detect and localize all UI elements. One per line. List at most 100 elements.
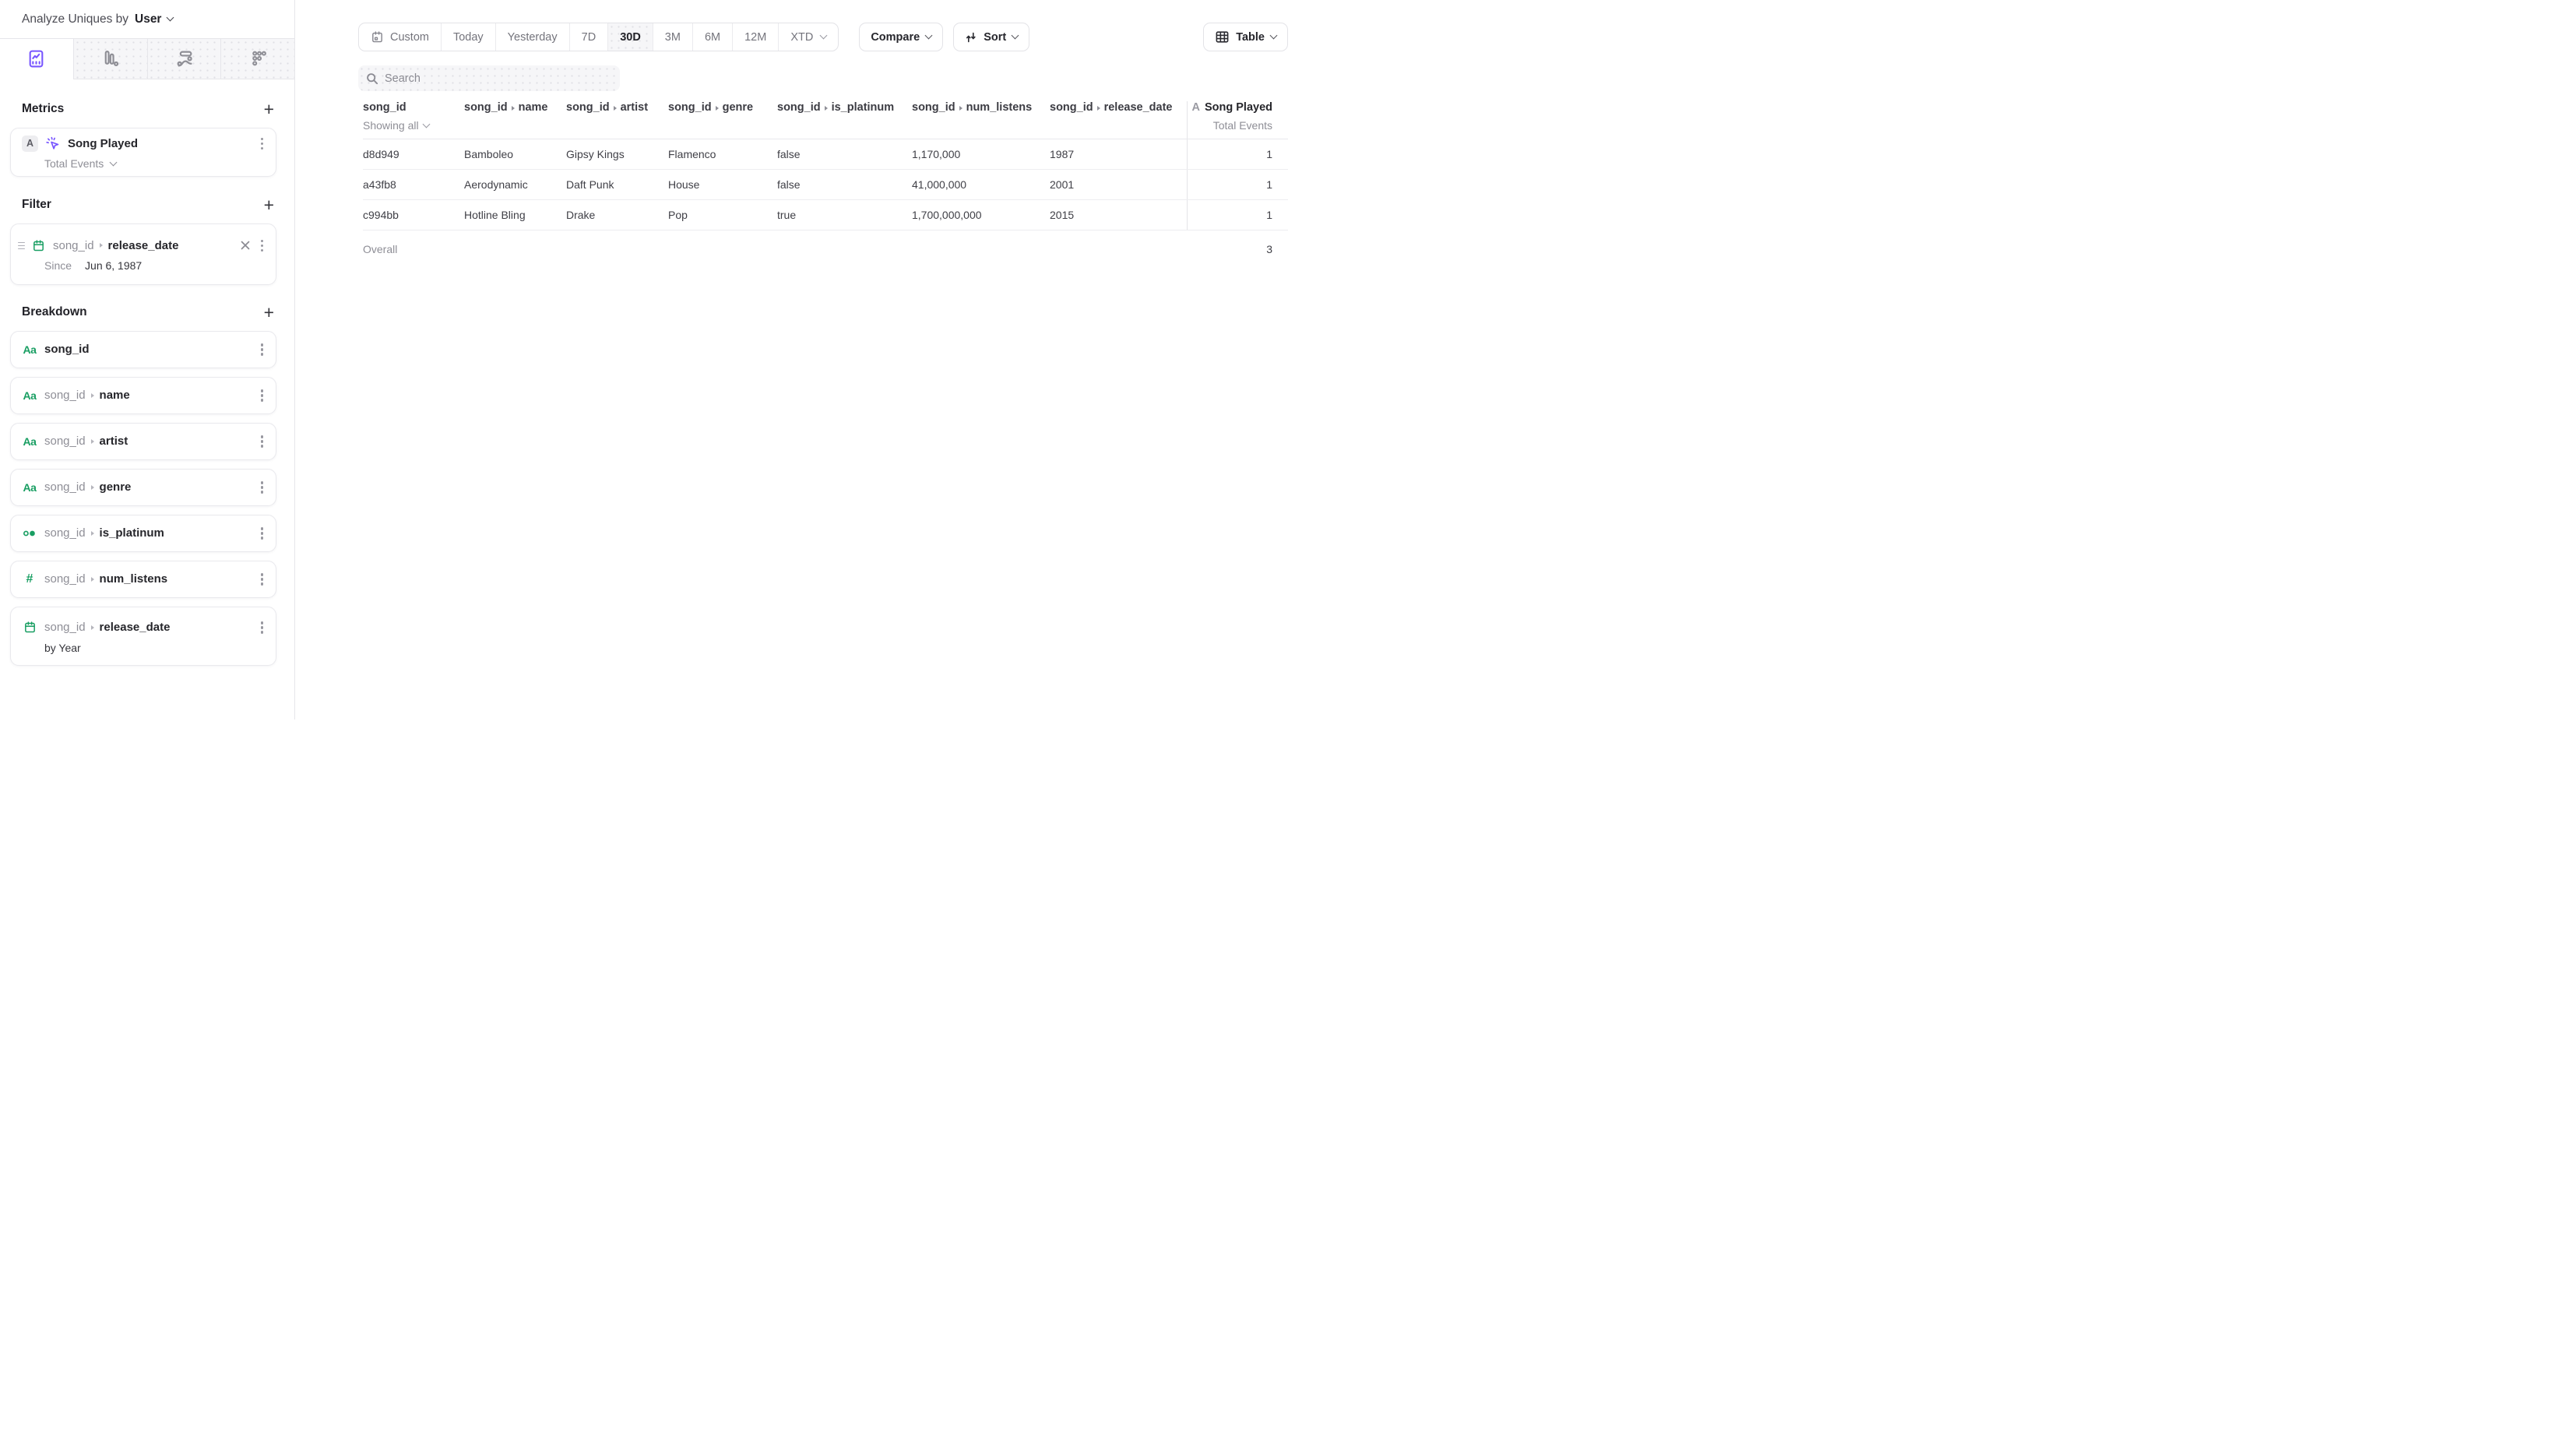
sort-button[interactable]: Sort xyxy=(953,23,1029,51)
view-type-button[interactable]: Table xyxy=(1203,23,1288,51)
property-arrow-icon xyxy=(91,439,94,444)
breakdown-parent: song_id xyxy=(44,572,86,586)
compare-button[interactable]: Compare xyxy=(859,23,943,51)
cell-metric-value: 1 xyxy=(1187,139,1288,169)
column-header-metric[interactable]: ASong Played Total Events xyxy=(1187,101,1288,139)
add-filter-button[interactable]: + xyxy=(264,198,274,212)
breakdown-options-button[interactable] xyxy=(259,386,265,404)
aggregation-selector[interactable]: Total Events xyxy=(22,157,265,170)
search-input[interactable] xyxy=(385,72,612,85)
breakdown-parent: song_id xyxy=(44,480,86,494)
calendar-icon xyxy=(30,239,46,252)
filter-operator[interactable]: Since xyxy=(44,259,72,272)
breakdown-card[interactable]: Aa song_id genre xyxy=(10,469,276,506)
report-main: Custom Today Yesterday 7D 30D 3M 6M 12M … xyxy=(295,0,1288,720)
breakdown-parent: song_id xyxy=(44,526,86,540)
range-label: Today xyxy=(453,31,484,44)
entity-selector[interactable]: User xyxy=(135,12,161,26)
breakdown-card[interactable]: # song_id num_listens xyxy=(10,561,276,598)
cell-is-platinum: false xyxy=(777,178,912,191)
metric-options-button[interactable] xyxy=(259,135,265,153)
cell-song-id: a43fb8 xyxy=(363,178,464,191)
insights-report: Analyze Uniques by User xyxy=(0,0,1288,720)
breakdown-card[interactable]: Aa song_id name xyxy=(10,377,276,414)
add-breakdown-button[interactable]: + xyxy=(264,305,274,319)
breakdown-parent: song_id xyxy=(44,621,86,634)
range-today[interactable]: Today xyxy=(441,23,495,51)
breakdown-options-button[interactable] xyxy=(259,570,265,588)
search-icon xyxy=(366,72,378,85)
column-header-song-id[interactable]: song_id xyxy=(363,101,464,114)
breakdown-options-button[interactable] xyxy=(259,432,265,450)
metric-card[interactable]: A Song Played Total Events xyxy=(10,128,276,177)
column-header-genre[interactable]: song_idgenre xyxy=(668,101,777,132)
cell-release-date: 2001 xyxy=(1050,178,1187,191)
range-7d[interactable]: 7D xyxy=(569,23,608,51)
breakdown-card[interactable]: song_id release_date by Year xyxy=(10,607,276,666)
property-arrow-icon xyxy=(1097,106,1100,111)
range-label: XTD xyxy=(790,31,813,44)
add-metric-button[interactable]: + xyxy=(264,102,274,116)
text-property-icon: Aa xyxy=(22,481,37,494)
showing-all-label: Showing all xyxy=(363,119,419,132)
metrics-section: Metrics + A Song Played xyxy=(10,102,276,177)
report-toolbar: Custom Today Yesterday 7D 30D 3M 6M 12M … xyxy=(358,23,1288,51)
tab-retention[interactable] xyxy=(220,39,294,79)
filter-section-title: Filter xyxy=(22,198,51,212)
event-click-icon xyxy=(45,135,61,152)
chevron-down-icon xyxy=(820,32,828,40)
filter-card[interactable]: song_id release_date Since Jun 6, 1987 xyxy=(10,223,276,285)
property-arrow-icon xyxy=(959,106,962,111)
query-builder-sidebar: Analyze Uniques by User xyxy=(0,0,295,720)
tab-funnels[interactable] xyxy=(73,39,147,79)
series-badge: A xyxy=(22,135,38,152)
range-custom[interactable]: Custom xyxy=(359,23,441,51)
tab-insights[interactable] xyxy=(0,39,73,79)
breakdown-options-button[interactable] xyxy=(259,524,265,542)
breakdown-card[interactable]: Aa song_id xyxy=(10,331,276,368)
breakdown-options-button[interactable] xyxy=(259,478,265,496)
filter-options-button[interactable] xyxy=(259,237,265,255)
breakdown-card[interactable]: Aa song_id artist xyxy=(10,423,276,460)
range-yesterday[interactable]: Yesterday xyxy=(495,23,569,51)
column-header-release-date[interactable]: song_idrelease_date xyxy=(1050,101,1187,132)
table-grid-icon xyxy=(1215,30,1230,44)
range-xtd[interactable]: XTD xyxy=(778,23,838,51)
tab-flows[interactable] xyxy=(147,39,221,79)
column-header-artist[interactable]: song_idartist xyxy=(566,101,668,132)
series-letter: A xyxy=(1191,101,1199,114)
column-header-is-platinum[interactable]: song_idis_platinum xyxy=(777,101,912,132)
filter-parent-property: song_id xyxy=(53,239,94,252)
cell-genre: House xyxy=(668,178,777,191)
chevron-down-icon xyxy=(422,120,430,128)
showing-all-selector[interactable]: Showing all xyxy=(363,119,464,132)
range-30d[interactable]: 30D xyxy=(607,23,653,51)
breakdown-property: genre xyxy=(100,480,132,494)
sort-label: Sort xyxy=(984,31,1006,44)
table-search xyxy=(358,65,620,91)
view-type-label: Table xyxy=(1236,31,1265,44)
column-header-num-listens[interactable]: song_idnum_listens xyxy=(912,101,1050,132)
breakdown-property: release_date xyxy=(100,621,171,634)
date-range-picker: Custom Today Yesterday 7D 30D 3M 6M 12M … xyxy=(358,23,839,51)
drag-handle[interactable] xyxy=(17,240,26,252)
breakdown-options-button[interactable] xyxy=(259,340,265,358)
breakdown-parent: song_id xyxy=(44,435,86,448)
filter-value[interactable]: Jun 6, 1987 xyxy=(85,259,142,272)
range-12m[interactable]: 12M xyxy=(732,23,778,51)
cell-is-platinum: true xyxy=(777,209,912,221)
chevron-down-icon xyxy=(1012,32,1019,40)
breakdown-options-button[interactable] xyxy=(259,618,265,636)
text-property-icon: Aa xyxy=(22,389,37,402)
breakdown-card[interactable]: song_id is_platinum xyxy=(10,515,276,552)
cell-song-id: d8d949 xyxy=(363,148,464,160)
column-header-name[interactable]: song_idname xyxy=(464,101,566,132)
remove-filter-button[interactable] xyxy=(241,241,250,250)
range-3m[interactable]: 3M xyxy=(653,23,692,51)
analysis-header-label: Analyze Uniques by xyxy=(22,12,128,26)
table-row: a43fb8 Aerodynamic Daft Punk House false… xyxy=(363,170,1288,200)
range-6m[interactable]: 6M xyxy=(692,23,732,51)
cell-release-date: 1987 xyxy=(1050,148,1187,160)
breakdown-parent: song_id xyxy=(44,389,86,402)
date-bucket-selector[interactable]: by Year xyxy=(22,642,265,654)
